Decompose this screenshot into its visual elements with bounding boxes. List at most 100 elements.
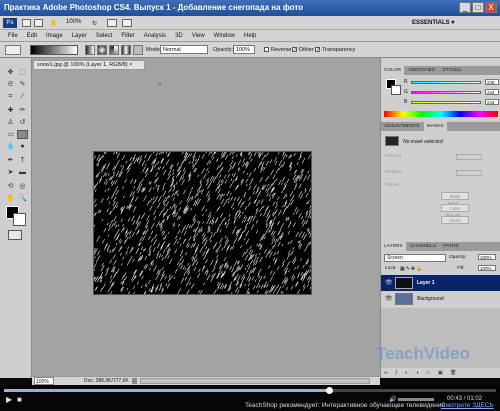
arrange-documents-icon[interactable]	[107, 19, 117, 27]
tab-layers[interactable]: LAYERS	[381, 242, 406, 251]
progress-knob[interactable]	[326, 387, 333, 394]
menu-3d[interactable]: 3D	[175, 33, 183, 39]
radial-gradient-icon[interactable]	[97, 45, 107, 55]
diamond-gradient-icon[interactable]	[133, 45, 143, 55]
menu-filter[interactable]: Filter	[121, 33, 134, 39]
angle-gradient-icon[interactable]	[109, 45, 119, 55]
b-slider[interactable]	[411, 101, 481, 104]
gradient-tool-icon[interactable]	[17, 130, 28, 139]
feather-field[interactable]	[456, 170, 482, 176]
transparency-checkbox[interactable]: ✓	[315, 47, 320, 53]
hand-icon[interactable]: ✋	[50, 20, 57, 27]
history-brush-tool-icon[interactable]: ↺	[17, 118, 28, 127]
opacity-input[interactable]: 100%	[233, 45, 255, 54]
lock-label: Lock:	[385, 266, 397, 271]
marquee-tool-icon[interactable]: ⬚	[17, 68, 28, 77]
document-tab[interactable]: snow1.jpg @ 100% (Layer 1, RGB/8) ×	[33, 60, 145, 70]
pen-tool-icon[interactable]: ✒	[5, 156, 16, 165]
menu-view[interactable]: View	[192, 33, 205, 39]
reflected-gradient-icon[interactable]	[121, 45, 131, 55]
screen-mode-icon[interactable]	[122, 19, 132, 27]
layer-row-background[interactable]: 👁 Background	[381, 291, 500, 307]
color-range-button[interactable]: Color Range...	[441, 204, 469, 218]
close-button[interactable]: X	[485, 2, 497, 13]
density-field[interactable]	[456, 154, 482, 160]
background-color-swatch[interactable]	[13, 213, 26, 226]
linear-gradient-icon[interactable]	[85, 45, 95, 55]
visibility-eye-icon[interactable]: 👁	[385, 291, 393, 307]
tab-styles[interactable]: STYLES	[439, 66, 463, 75]
g-value[interactable]: 244	[485, 89, 499, 95]
zoom-tool-icon[interactable]: 🔍	[17, 194, 28, 203]
menu-layer[interactable]: Layer	[72, 33, 87, 39]
volume-slider[interactable]	[398, 398, 434, 401]
minimize-button[interactable]: _	[459, 2, 471, 13]
brush-tool-icon[interactable]: ✏	[17, 106, 28, 115]
tab-masks[interactable]: MASKS	[423, 122, 447, 131]
mode-select[interactable]: Normal	[160, 45, 208, 54]
gradient-tool-preset-icon[interactable]	[5, 45, 21, 55]
r-slider[interactable]	[411, 81, 481, 84]
visibility-eye-icon[interactable]: 👁	[385, 275, 393, 291]
snow-canvas[interactable]	[93, 151, 312, 295]
invert-button[interactable]: Invert	[441, 216, 469, 224]
mask-edge-button[interactable]: Mask Edge...	[441, 192, 469, 206]
appbar-zoom[interactable]: 100%	[66, 19, 81, 25]
g-slider[interactable]	[411, 91, 481, 94]
tab-adjustments[interactable]: ADJUSTMENTS	[381, 122, 422, 131]
move-tool-icon[interactable]: ✥	[5, 68, 16, 77]
quick-selection-tool-icon[interactable]: ✎	[17, 80, 28, 89]
path-selection-tool-icon[interactable]: ➤	[5, 168, 16, 177]
shape-tool-icon[interactable]: ▬	[17, 168, 28, 177]
layer-row-layer-1[interactable]: 👁 Layer 1	[381, 275, 500, 291]
menu-analysis[interactable]: Analysis	[144, 33, 166, 39]
lasso-tool-icon[interactable]: ᘓ	[5, 80, 16, 89]
blend-mode-select[interactable]: Screen	[384, 254, 446, 262]
tab-paths[interactable]: PATHS	[440, 242, 461, 251]
horizontal-scrollbar[interactable]	[140, 378, 370, 384]
dither-checkbox[interactable]: ✓	[292, 47, 297, 53]
stop-icon[interactable]: ■	[17, 396, 22, 404]
menu-edit[interactable]: Edit	[27, 33, 37, 39]
hand-tool-icon[interactable]: ✋	[5, 194, 16, 203]
status-zoom[interactable]: 100%	[34, 377, 54, 385]
play-icon[interactable]: ▶	[6, 396, 12, 404]
lock-icons[interactable]: ▦✎✥🔒	[400, 266, 423, 272]
tab-swatches[interactable]: SWATCHES	[405, 66, 438, 75]
r-value[interactable]: 248	[485, 79, 499, 85]
gradient-picker[interactable]	[30, 45, 78, 55]
menu-file[interactable]: File	[8, 33, 18, 39]
type-tool-icon[interactable]: T	[17, 156, 28, 165]
healing-brush-tool-icon[interactable]: ✚	[5, 106, 16, 115]
menu-help[interactable]: Help	[244, 33, 256, 39]
maximize-button[interactable]: □	[472, 2, 484, 13]
crop-tool-icon[interactable]: ⌗	[5, 92, 16, 101]
b-value[interactable]: 244	[485, 99, 499, 105]
clone-stamp-tool-icon[interactable]: ♙	[5, 118, 16, 127]
rotate-view-icon[interactable]: ↻	[92, 20, 97, 27]
launch-bridge-icon[interactable]	[22, 19, 31, 27]
dodge-tool-icon[interactable]: ●	[17, 142, 28, 151]
tab-channels[interactable]: CHANNELS	[407, 242, 439, 251]
promo-text: TeachShop рекомендует: Интерактивное обу…	[245, 402, 446, 409]
color-ramp[interactable]	[384, 111, 498, 117]
status-arrow-icon[interactable]	[132, 378, 137, 384]
blur-tool-icon[interactable]: 💧	[5, 142, 16, 151]
promo-link[interactable]: Смотрите ЗДЕСЬ	[441, 402, 494, 409]
menu-image[interactable]: Image	[46, 33, 63, 39]
3d-orbit-tool-icon[interactable]: ◎	[17, 182, 28, 191]
workspace-switcher[interactable]: ESSENTIALS ▾	[412, 19, 454, 26]
fill-value[interactable]: 100%	[478, 265, 496, 271]
color-panel-background-swatch[interactable]	[391, 85, 401, 95]
reverse-checkbox[interactable]	[264, 47, 269, 52]
eyedropper-tool-icon[interactable]: ⁄	[17, 92, 28, 101]
eraser-tool-icon[interactable]: ▭	[5, 130, 16, 139]
3d-rotate-tool-icon[interactable]: ⟲	[5, 182, 16, 191]
tab-color[interactable]: COLOR	[381, 66, 405, 75]
launch-minibridge-icon[interactable]	[34, 19, 43, 27]
layer-opacity-value[interactable]: 100%	[478, 254, 496, 260]
menu-select[interactable]: Select	[96, 33, 113, 39]
layers-footer-icons[interactable]: ∞ ƒ ◐ ◑ ▭ ▣ 🗑	[384, 370, 460, 376]
menu-window[interactable]: Window	[214, 33, 235, 39]
quick-mask-icon[interactable]	[8, 230, 22, 240]
